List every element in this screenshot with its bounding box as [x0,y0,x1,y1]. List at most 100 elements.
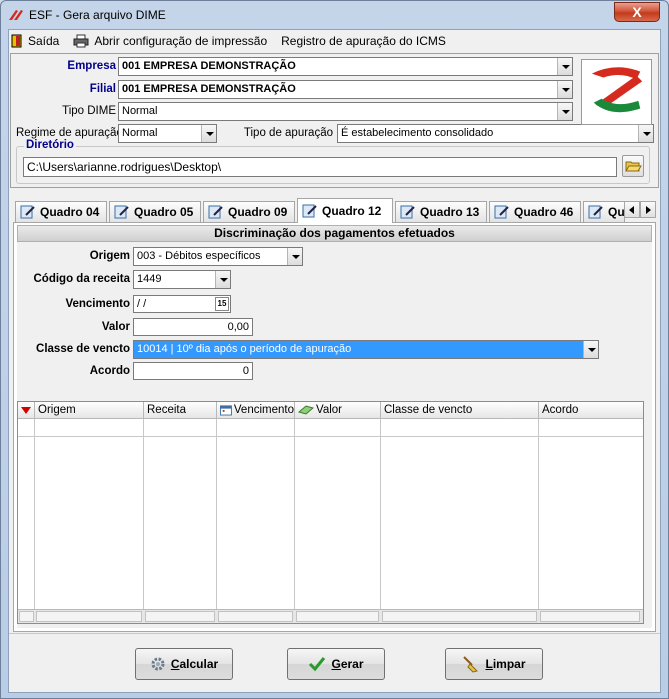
tipo-dime-label: Tipo DIME [62,105,116,117]
grid-indicator-header [18,402,35,419]
tab-quadro-46[interactable]: Quadro 46 [489,201,581,222]
button-label: erar [340,657,364,671]
column-header-origem[interactable]: Origem [35,402,144,419]
tab-strip: Quadro 04 Quadro 05 Quadro 09 Quadro 12 … [13,198,658,223]
classe-vencto-select[interactable]: 10014 | 10º dia após o período de apuraç… [133,340,599,359]
calendar-icon[interactable]: 15 [215,297,229,311]
vencimento-label: Vencimento [65,298,130,310]
footer-cell [382,611,537,622]
footer-cell [540,611,640,622]
tab-quadro-09[interactable]: Quadro 09 [203,201,295,222]
origem-select[interactable]: 003 - Débitos específicos [133,247,303,266]
tipo-apuracao-label: Tipo de apuração [243,127,333,139]
icms-register-label: Registro de apuração do ICMS [281,34,446,48]
print-config-button[interactable]: Abrir configuração de impressão [73,34,267,48]
edit-document-icon [494,205,509,219]
mnemonic: G [331,657,341,671]
grid-column [35,419,144,609]
tab-scroll-right-button[interactable] [640,201,656,218]
tipo-apuracao-value: É estabelecimento consolidado [341,127,494,139]
filial-value: 001 EMPRESA DEMONSTRAÇÃO [122,83,296,95]
chevron-down-icon[interactable] [583,341,598,358]
table-row[interactable] [18,436,643,437]
vencimento-input[interactable]: / / 15 [133,295,231,313]
grid-column [144,419,217,609]
grid-column [18,419,35,609]
exit-button[interactable]: Saída [11,34,59,48]
tipo-dime-select[interactable]: Normal [118,102,573,121]
app-icon [9,10,23,20]
limpar-button[interactable]: Limpar [445,648,543,680]
column-header-receita[interactable]: Receita [144,402,217,419]
codigo-receita-select[interactable]: 1449 [133,270,231,289]
tab-quadro-12[interactable]: Quadro 12 [297,198,393,223]
column-header-acordo[interactable]: Acordo [539,402,643,419]
money-icon [298,405,314,415]
codigo-receita-label: Código da receita [33,273,131,285]
window-title: ESF - Gera arquivo DIME [29,8,166,22]
exit-label: Saída [28,34,60,48]
browse-folder-button[interactable] [622,155,644,177]
tab-label: Quadro 09 [228,205,288,219]
chevron-down-icon[interactable] [557,58,572,75]
header-form: Empresa 001 EMPRESA DEMONSTRAÇÃO Filial … [10,53,659,188]
broom-icon [463,656,479,673]
printer-icon [73,34,89,48]
classe-vencto-label: Classe de vencto [36,343,130,355]
footer-cell [218,611,293,622]
edit-document-icon [302,204,317,218]
chevron-down-icon[interactable] [201,125,216,142]
acordo-input[interactable]: 0 [133,362,253,380]
chevron-down-icon[interactable] [557,81,572,98]
chevron-down-icon[interactable] [215,271,230,288]
payments-grid[interactable]: Origem Receita Vencimento Valor Classe d… [17,401,644,624]
origem-value: 003 - Débitos específicos [137,250,261,262]
calendar-icon [220,405,232,416]
chevron-down-icon[interactable] [557,103,572,120]
grid-column [381,419,539,609]
tab-quadro-13[interactable]: Quadro 13 [395,201,487,222]
column-header-classe-vencto[interactable]: Classe de vencto [381,402,539,419]
filial-select[interactable]: 001 EMPRESA DEMONSTRAÇÃO [118,80,573,99]
directory-input[interactable]: C:\Users\arianne.rodrigues\Desktop\ [23,157,617,177]
tab-quadro-04[interactable]: Quadro 04 [15,201,107,222]
tab-quadro-partial[interactable]: Qua [583,201,625,222]
print-config-label: Abrir configuração de impressão [94,34,268,48]
valor-input[interactable]: 0,00 [133,318,253,336]
edit-document-icon [400,205,415,219]
edit-document-icon [588,205,603,219]
gear-icon [151,657,165,671]
icms-register-button[interactable]: Registro de apuração do ICMS [281,34,446,48]
tipo-apuracao-select[interactable]: É estabelecimento consolidado [337,124,654,143]
footer-cell [296,611,379,622]
grid-footer [18,609,643,623]
checkmark-icon [309,657,326,672]
tab-scroll-left-button[interactable] [624,201,640,218]
tab-label: Quadro 05 [134,205,194,219]
action-bar: Calcular Gerar Limpar [9,633,660,692]
tab-quadro-05[interactable]: Quadro 05 [109,201,201,222]
empresa-label: Empresa [67,60,116,72]
chevron-down-icon[interactable] [287,248,302,265]
button-label: alcular [179,657,219,671]
exit-door-icon [11,34,22,48]
close-button[interactable]: X [614,2,660,22]
section-title: Discriminação dos pagamentos efetuados [17,225,652,242]
button-label: impar [492,657,526,671]
empresa-select[interactable]: 001 EMPRESA DEMONSTRAÇÃO [118,57,573,76]
tab-label: Quadro 12 [322,204,382,218]
codigo-receita-value: 1449 [137,273,162,285]
tab-label: Quadro 46 [514,205,574,219]
calcular-button[interactable]: Calcular [135,648,233,680]
tab-scroll-buttons [624,201,656,218]
title-bar[interactable]: ESF - Gera arquivo DIME X [1,1,668,29]
mnemonic: L [485,657,493,671]
column-header-valor[interactable]: Valor [295,402,381,419]
footer-cell [145,611,215,622]
chevron-down-icon[interactable] [638,125,653,142]
gerar-button[interactable]: Gerar [287,648,385,680]
regime-select[interactable]: Normal [118,124,217,143]
classe-vencto-value: 10014 | 10º dia após o período de apuraç… [137,343,352,355]
column-header-vencimento[interactable]: Vencimento [217,402,295,419]
edit-document-icon [20,205,35,219]
